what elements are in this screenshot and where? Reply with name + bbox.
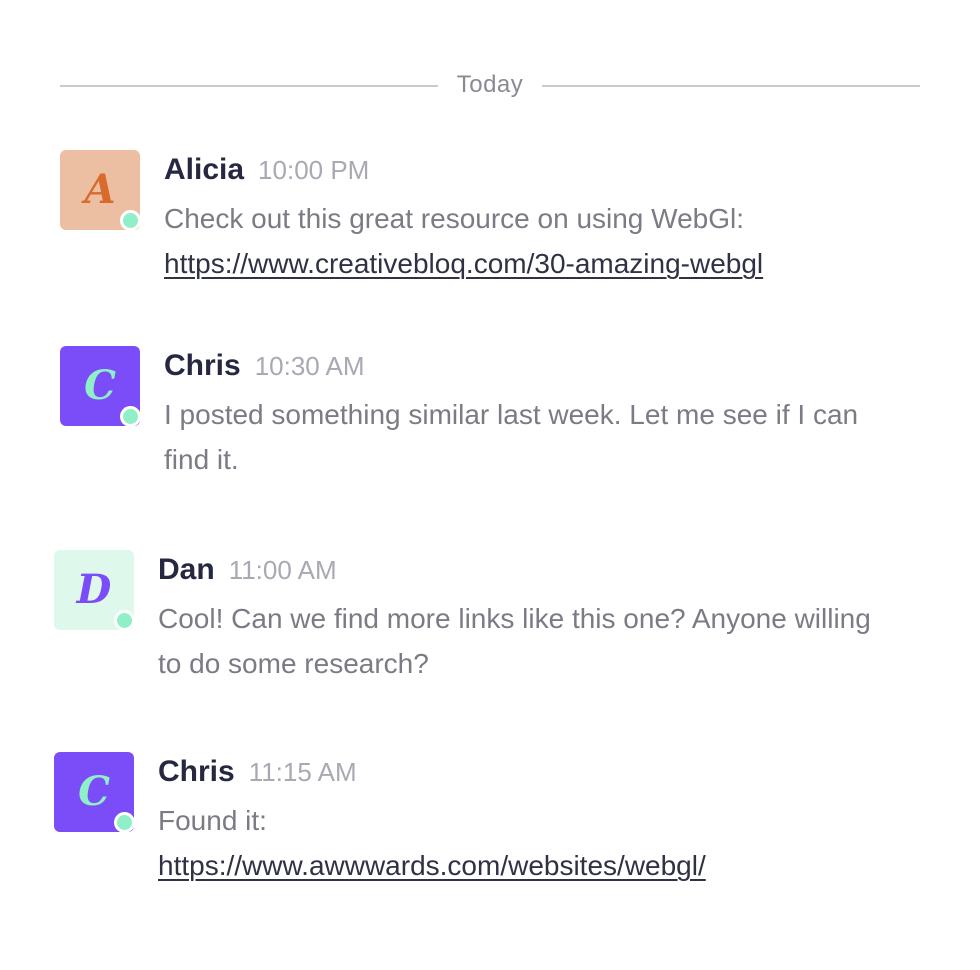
- online-status-icon: [120, 406, 141, 427]
- message-link[interactable]: https://www.awwwards.com/websites/webgl/: [158, 850, 706, 881]
- message-timestamp: 10:30 AM: [254, 351, 365, 381]
- message-body: Dan 11:00 AM Cool! Can we find more links…: [158, 550, 898, 686]
- message-text: I posted something similar last week. Le…: [164, 399, 859, 475]
- message-timestamp: 11:00 AM: [228, 555, 337, 585]
- message-header: Chris 10:30 AM: [164, 346, 904, 386]
- divider-line-right: [542, 85, 920, 87]
- author-name[interactable]: Chris: [158, 755, 235, 788]
- message-header: Dan 11:00 AM: [158, 550, 898, 590]
- message-text: Check out this great resource on using W…: [164, 196, 904, 286]
- message-header: Chris 11:15 AM: [158, 752, 898, 792]
- message-text-content: Found it:: [158, 805, 267, 836]
- message-header: Alicia 10:00 PM: [164, 150, 904, 190]
- message-body: Chris 11:15 AM Found it: https://www.awww…: [158, 752, 898, 888]
- online-status-icon: [114, 610, 135, 631]
- online-status-icon: [120, 210, 141, 231]
- author-name[interactable]: Chris: [164, 349, 241, 382]
- message-text: Found it: https://www.awwwards.com/websi…: [158, 798, 898, 888]
- message-timestamp: 11:15 AM: [248, 757, 357, 787]
- date-divider-label: Today: [456, 71, 524, 98]
- message-text: Cool! Can we find more links like this o…: [158, 603, 871, 679]
- message-body: Chris 10:30 AM I posted something similar…: [164, 346, 904, 482]
- message-timestamp: 10:00 PM: [258, 155, 370, 185]
- author-name[interactable]: Dan: [158, 553, 215, 586]
- message-link[interactable]: https://www.creativebloq.com/30-amazing-…: [164, 248, 763, 279]
- divider-line-left: [60, 85, 438, 87]
- message-body: Alicia 10:00 PM Check out this great reso…: [164, 150, 904, 286]
- online-status-icon: [114, 812, 135, 833]
- date-divider: Today: [60, 70, 920, 100]
- author-name[interactable]: Alicia: [164, 153, 244, 186]
- message-text-content: Check out this great resource on using W…: [164, 203, 745, 234]
